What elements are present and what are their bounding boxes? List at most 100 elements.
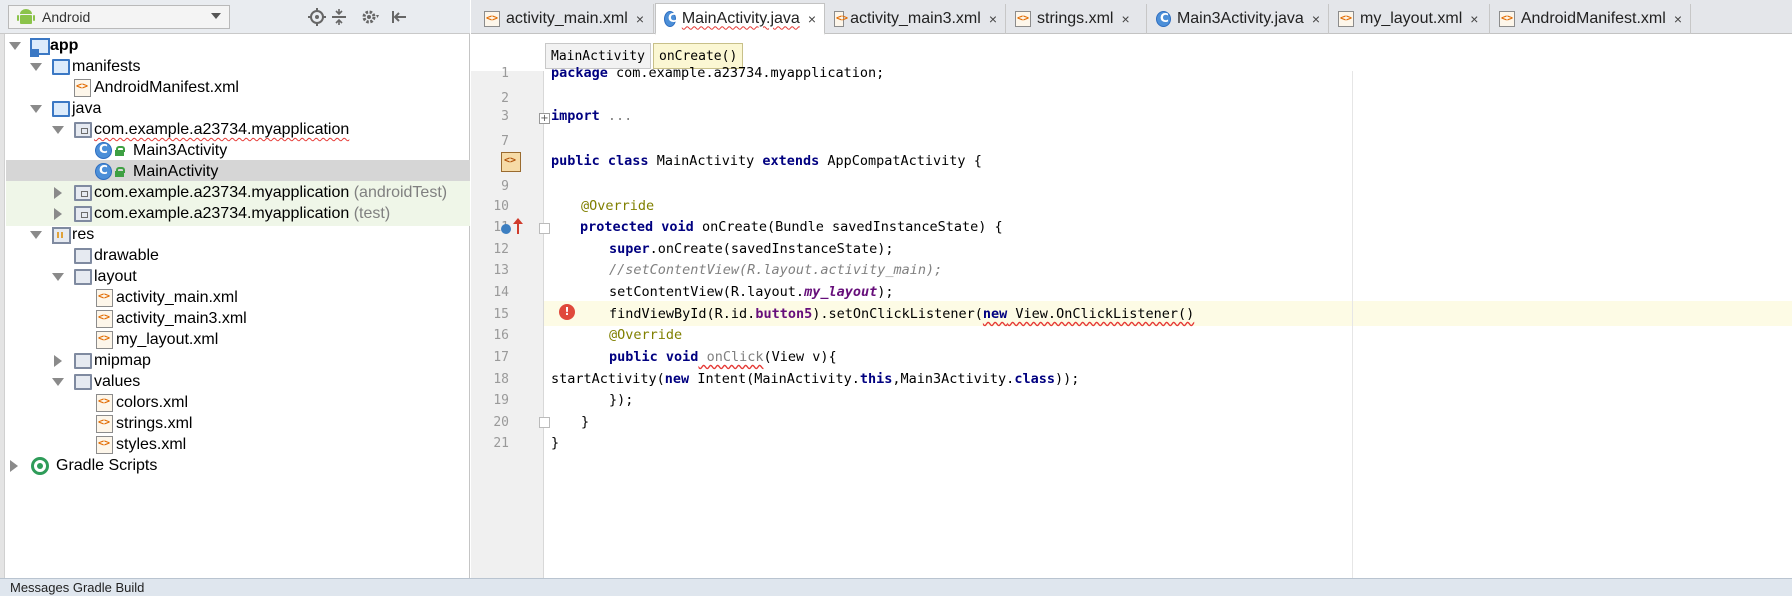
tree-item-label: layout [94,268,137,285]
close-icon[interactable]: × [1312,11,1320,27]
code-token: @Override [609,327,683,343]
overrides-method-icon[interactable] [513,218,523,234]
chevron-down-icon[interactable] [211,13,221,19]
tree-item-label: activity_main3.xml [116,310,247,327]
code-token: ,Main3Activity. [892,371,1015,387]
code-token: ... [599,108,633,124]
code-editor[interactable]: 1 2 3 7 8 9 10 11 12 13 14 15 16 17 18 1… [471,65,1792,578]
tab-main3activity-java[interactable]: Main3Activity.java × [1148,4,1329,34]
project-panel: Android app manifests <> AndroidManifest… [0,0,470,578]
expand-arrow-icon[interactable] [9,42,21,50]
close-icon[interactable]: × [1470,11,1478,27]
code-token: com.example.a23734.myapplication; [607,65,885,81]
tab-activity-main3-xml[interactable]: activity_main3.xml × [826,4,1006,34]
code-token: ).setOnClickListener( [812,306,983,322]
tree-item-label: drawable [94,247,159,264]
expand-arrow-icon[interactable] [54,187,62,199]
gradle-icon [31,457,49,475]
code-token: setContentView(R.layout. [609,284,805,300]
tree-item-label: java [72,100,102,117]
project-panel-header: Android [0,0,470,34]
code-token: new [664,371,690,387]
error-bulb-icon[interactable]: ! [559,304,575,320]
line-number: 3 [501,109,509,124]
code-line-8: public class MainActivity extends AppCom… [551,149,982,174]
tree-item-gradle-scripts[interactable]: Gradle Scripts [6,454,470,478]
xml-file-icon [484,11,500,27]
code-line-3: import ... [551,104,632,129]
lock-icon [115,146,125,156]
tab-androidmanifest-xml[interactable]: AndroidManifest.xml × [1491,4,1691,34]
expand-arrow-icon[interactable] [30,63,42,71]
code-token: (View v){ [763,349,837,365]
code-line-19: }); [609,388,633,413]
code-token: new [982,306,1008,322]
close-icon[interactable]: × [636,11,644,27]
expand-arrow-icon[interactable] [10,460,18,472]
line-number: 21 [493,436,509,451]
tab-label: activity_main3.xml [850,10,981,27]
folder-icon [74,269,92,285]
code-token: void [665,349,699,365]
tab-activity-main-xml[interactable]: activity_main.xml × [476,4,654,34]
code-token: class [1014,371,1055,387]
package-icon [74,206,92,222]
tab-label: AndroidManifest.xml [1520,10,1666,27]
bottom-tool-tabs[interactable]: Messages Gradle Build [10,580,144,595]
expand-arrow-icon[interactable] [52,126,64,134]
close-icon[interactable]: × [989,11,997,27]
code-token: } [581,414,590,430]
fold-marker-icon[interactable] [539,417,550,428]
tab-strings-xml[interactable]: strings.xml × [1007,4,1147,34]
close-icon[interactable]: × [1121,11,1129,27]
code-token: } [551,435,560,451]
folder-icon [74,353,92,369]
tree-item-label: res [72,226,95,243]
expand-arrow-icon[interactable] [30,231,42,239]
target-icon[interactable] [306,6,328,28]
collapse-icon[interactable] [328,6,350,28]
tree-item-label: activity_main.xml [116,289,238,306]
expand-arrow-icon[interactable] [54,355,62,367]
code-line-20: } [581,410,589,435]
close-icon[interactable]: × [808,11,816,27]
expand-arrow-icon[interactable] [52,273,64,281]
xml-file-icon [1015,11,1031,27]
code-token: this [859,371,893,387]
line-number: 1 [501,66,509,81]
code-token: //setContentView(R.layout.activity_main)… [609,262,943,278]
bottom-tool-bar: Messages Gradle Build [0,578,1792,596]
tab-mainactivity-java[interactable]: MainActivity.java × [655,3,825,35]
fold-toggle-icon[interactable]: + [539,113,550,124]
close-icon[interactable]: × [1674,11,1682,27]
xml-file-icon [1338,11,1354,27]
code-token: AppCompatActivity { [819,153,982,169]
gear-icon[interactable] [360,6,382,28]
class-icon [664,10,677,27]
tree-item-label: Main3Activity [133,142,228,159]
xml-file-icon [96,415,113,433]
class-icon [95,142,112,159]
xml-file-icon [834,11,848,27]
code-token: public [609,349,658,365]
android-icon [17,9,35,24]
expand-arrow-icon[interactable] [30,105,42,113]
tab-label: my_layout.xml [1360,10,1463,27]
expand-arrow-icon[interactable] [52,378,64,386]
override-marker-icon[interactable] [501,224,511,234]
code-token: my_layout [804,284,878,300]
tab-my-layout-xml[interactable]: my_layout.xml × [1330,4,1490,34]
view-mode-select[interactable]: Android [8,5,230,29]
expand-arrow-icon[interactable] [54,208,62,220]
code-token: findViewById(R.id. [609,306,756,322]
code-token: class [607,153,649,169]
hide-panel-icon[interactable] [388,6,410,28]
code-token: Intent(MainActivity. [689,371,860,387]
tree-item-label: app [50,37,79,54]
tree-item-label: strings.xml [116,415,193,432]
xml-file-icon [96,394,113,412]
class-gutter-icon[interactable] [501,152,521,172]
code-line-15: findViewById(R.id.button5).setOnClickLis… [609,302,1194,327]
tree-item-label: mipmap [94,352,151,369]
fold-marker-icon[interactable] [539,223,550,234]
